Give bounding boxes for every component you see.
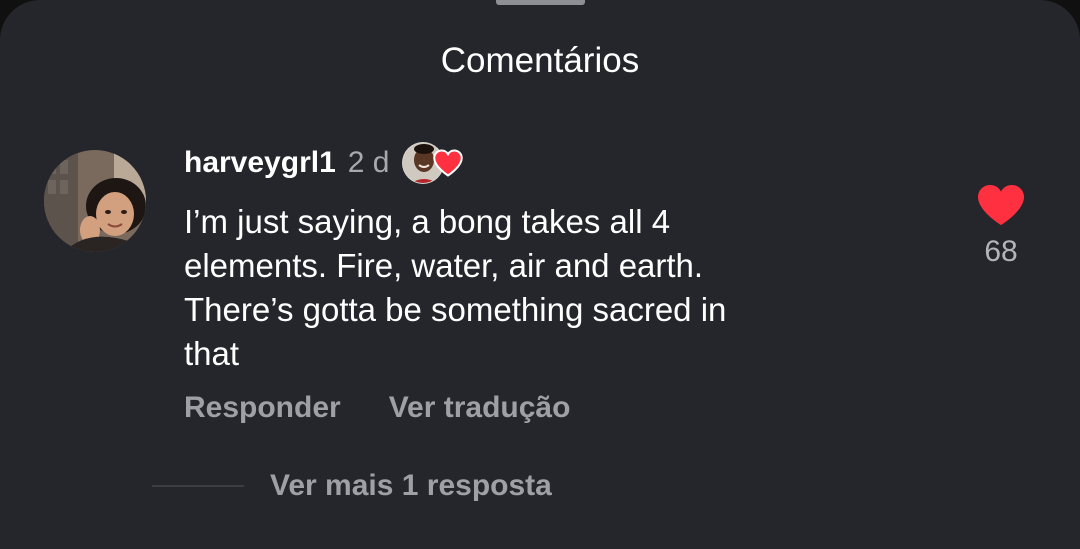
reply-button[interactable]: Responder — [184, 388, 341, 428]
user-avatar[interactable] — [44, 150, 146, 252]
avatar-image — [44, 150, 146, 252]
comments-sheet: Comentários harveygrl1 2 d I’m just sayi… — [0, 0, 1080, 549]
drag-handle[interactable] — [496, 0, 585, 5]
comment-header: harveygrl1 2 d — [184, 140, 465, 186]
comment-timestamp: 2 d — [347, 146, 390, 179]
comment-text: I’m just saying, a bong takes all 4 elem… — [184, 203, 727, 372]
sheet-title: Comentários — [440, 41, 640, 80]
creator-like-badge — [401, 140, 465, 186]
comment-actions: Responder Ver tradução — [184, 388, 570, 428]
view-more-replies-label[interactable]: Ver mais 1 resposta — [270, 466, 552, 506]
like-control: 68 — [968, 184, 1034, 272]
view-more-replies[interactable]: Ver mais 1 resposta — [152, 466, 552, 506]
heart-filled-icon — [433, 149, 464, 177]
replies-divider — [152, 485, 244, 487]
see-translation-button[interactable]: Ver tradução — [389, 388, 571, 428]
like-heart-icon[interactable] — [977, 184, 1025, 226]
comment-username[interactable]: harveygrl1 — [184, 143, 336, 183]
like-count: 68 — [984, 235, 1018, 268]
